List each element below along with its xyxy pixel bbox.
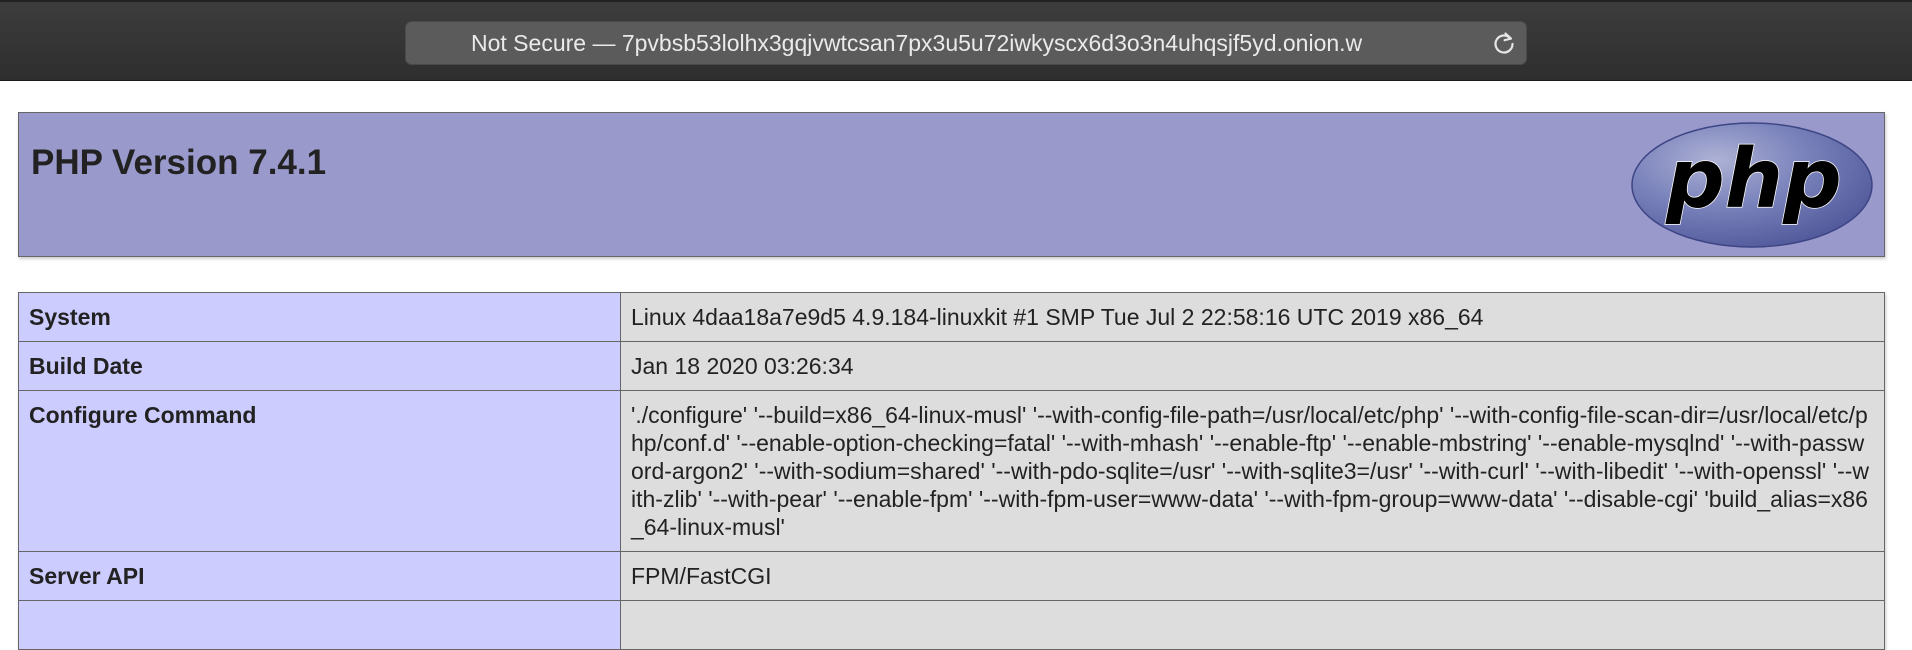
row-value: './configure' '--build=x86_64-linux-musl… [620,390,1885,552]
row-value: FPM/FastCGI [620,551,1885,601]
page-content: PHP Version 7.4.1 php System Linux 4daa1… [0,81,1912,650]
page-title: PHP Version 7.4.1 [31,143,327,182]
address-bar-text[interactable]: Not Secure — 7pvbsb53lolhx3gqjvwtcsan7px… [471,21,1471,65]
php-logo[interactable]: php [1630,121,1874,249]
row-value [620,600,1885,650]
php-version-header: PHP Version 7.4.1 php [18,112,1885,257]
table-row: Configure Command './configure' '--build… [18,390,1885,552]
row-label: Build Date [18,341,621,391]
php-logo-text: php [1665,132,1842,227]
table-row [18,600,1885,650]
table-row: Build Date Jan 18 2020 03:26:34 [18,341,1885,391]
row-label: Configure Command [18,390,621,552]
row-label: Server API [18,551,621,601]
table-row: System Linux 4daa18a7e9d5 4.9.184-linuxk… [18,292,1885,342]
toolbar-top-edge [0,0,1912,2]
reload-icon[interactable] [1491,30,1517,56]
info-table: System Linux 4daa18a7e9d5 4.9.184-linuxk… [18,292,1885,650]
row-label: System [18,292,621,342]
row-value: Jan 18 2020 03:26:34 [620,341,1885,391]
table-row: Server API FPM/FastCGI [18,551,1885,601]
browser-toolbar: Not Secure — 7pvbsb53lolhx3gqjvwtcsan7px… [0,0,1912,81]
address-bar[interactable]: Not Secure — 7pvbsb53lolhx3gqjvwtcsan7px… [405,21,1527,65]
row-label [18,600,621,650]
row-value: Linux 4daa18a7e9d5 4.9.184-linuxkit #1 S… [620,292,1885,342]
